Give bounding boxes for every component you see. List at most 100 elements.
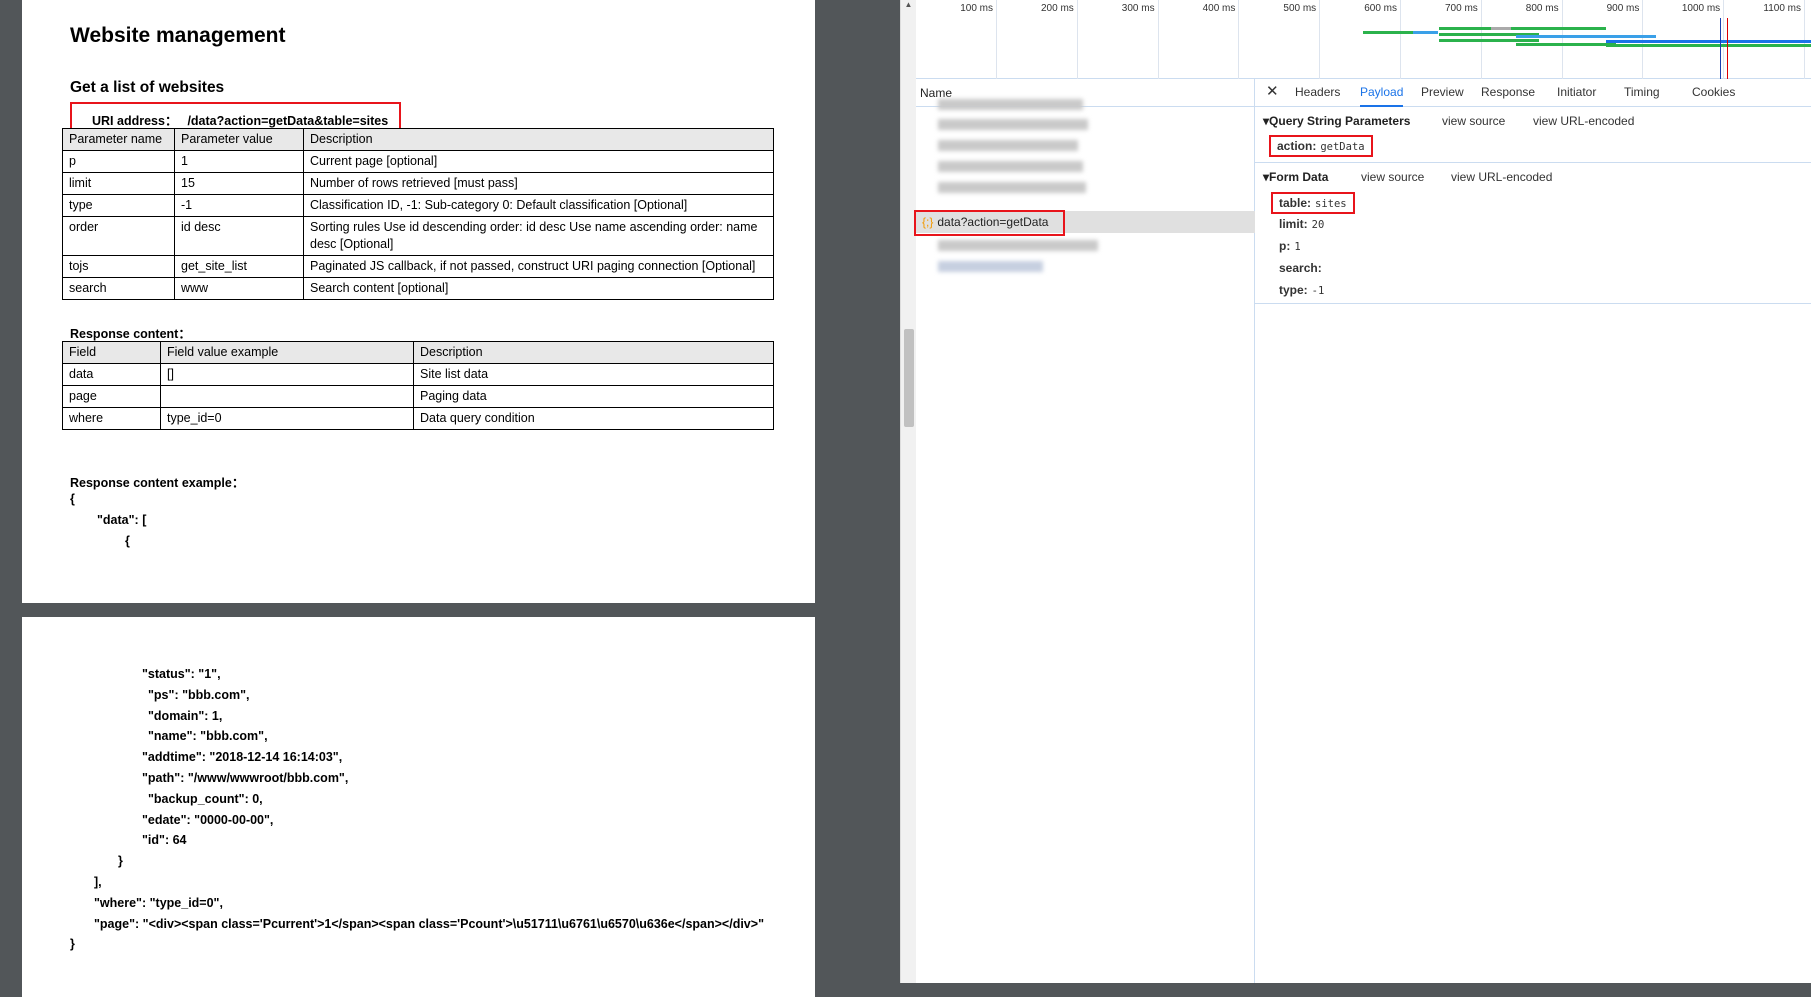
tick-label: 1100 ms bbox=[1763, 3, 1801, 14]
tab-initiator[interactable]: Initiator bbox=[1557, 85, 1596, 99]
table-row: search www Search content [optional] bbox=[62, 277, 774, 300]
blurred-request[interactable] bbox=[938, 140, 1078, 151]
code-line: "ps": "bbb.com", bbox=[148, 687, 250, 702]
table-row: type -1 Classification ID, -1: Sub-categor… bbox=[62, 194, 774, 217]
table-cell: Data query condition bbox=[413, 407, 774, 430]
table-cell: Current page [optional] bbox=[303, 150, 774, 173]
table-cell: -1 bbox=[174, 194, 304, 217]
scrollbar[interactable]: ▲ bbox=[900, 0, 916, 983]
query-param-action: action: getData bbox=[1269, 135, 1373, 157]
code-line: "id": 64 bbox=[142, 833, 187, 848]
code-line: } bbox=[118, 854, 123, 869]
table-cell: Site list data bbox=[413, 363, 774, 386]
code-line: "backup_count": 0, bbox=[148, 791, 263, 806]
table-cell: type bbox=[62, 194, 175, 217]
table-row: tojs get_site_list Paginated JS callback, … bbox=[62, 255, 774, 278]
code-line: "where": "type_id=0", bbox=[94, 895, 223, 910]
code-line: "edate": "0000-00-00", bbox=[142, 812, 274, 827]
column-header: Field value example bbox=[160, 341, 414, 364]
code-line: "data": [ bbox=[97, 513, 147, 527]
parameters-table: Parameter name Parameter value Descripti… bbox=[62, 128, 774, 300]
waterfall-bar bbox=[1439, 39, 1539, 42]
view-url-encoded-link[interactable]: view URL-encoded bbox=[1451, 170, 1552, 184]
view-source-link[interactable]: view source bbox=[1442, 114, 1505, 128]
waterfall-bar bbox=[1606, 44, 1811, 47]
view-url-encoded-link[interactable]: view URL-encoded bbox=[1533, 114, 1634, 128]
code-line: "path": "/www/wwwroot/bbb.com", bbox=[142, 771, 349, 785]
timeline-overview[interactable]: 100 ms 200 ms 300 ms 400 ms 500 ms 600 ms 700 … bbox=[916, 0, 1811, 79]
selected-request-row[interactable]: {;} data?action=getData bbox=[914, 210, 1255, 236]
table-cell: tojs bbox=[62, 255, 175, 278]
document-page-1: Website management Get a list of website… bbox=[22, 0, 815, 603]
tab-response[interactable]: Response bbox=[1481, 85, 1535, 99]
code-line: "domain": 1, bbox=[148, 708, 223, 723]
waterfall-bar bbox=[1516, 35, 1656, 38]
tab-timing[interactable]: Timing bbox=[1624, 85, 1660, 99]
table-cell: www bbox=[174, 277, 304, 300]
table-row: page Paging data bbox=[62, 385, 774, 408]
table-row: p 1 Current page [optional] bbox=[62, 150, 774, 173]
tab-payload[interactable]: Payload bbox=[1360, 85, 1404, 107]
close-icon[interactable]: ✕ bbox=[1266, 82, 1279, 100]
code-line: } bbox=[70, 937, 75, 952]
form-param-search: search: bbox=[1279, 261, 1322, 275]
waterfall-bar bbox=[1606, 40, 1811, 43]
response-content-label: Response content： bbox=[70, 327, 191, 341]
blurred-request[interactable] bbox=[938, 240, 1098, 251]
table-cell: Number of rows retrieved [must pass] bbox=[303, 172, 774, 195]
page-title: Website management bbox=[70, 24, 286, 47]
blurred-request[interactable] bbox=[938, 261, 1043, 272]
table-cell: get_site_list bbox=[174, 255, 304, 278]
form-data-section: ▾Form Data view source view URL-encoded … bbox=[1255, 163, 1811, 304]
column-header: Description bbox=[303, 128, 774, 151]
blurred-request[interactable] bbox=[938, 182, 1086, 193]
code-line: { bbox=[125, 534, 130, 548]
table-cell: Classification ID, -1: Sub-category 0: D… bbox=[303, 194, 774, 217]
uri-value: /data?action=getData&table=sites bbox=[187, 114, 389, 128]
query-string-toggle[interactable]: ▾Query String Parameters bbox=[1263, 114, 1410, 128]
query-string-section: ▾Query String Parameters view source vie… bbox=[1255, 107, 1811, 163]
xhr-icon: {;} bbox=[922, 215, 934, 229]
blurred-request[interactable] bbox=[938, 161, 1083, 172]
blurred-request[interactable] bbox=[938, 99, 1083, 110]
column-header: Field bbox=[62, 341, 161, 364]
section-title: Get a list of websites bbox=[70, 79, 225, 96]
request-list: Name {;} data?action=getData bbox=[914, 79, 1255, 983]
code-line: "name": "bbb.com", bbox=[148, 729, 268, 744]
form-param-p: p: 1 bbox=[1279, 239, 1301, 253]
viewer-background bbox=[815, 0, 900, 983]
table-cell: Search content [optional] bbox=[303, 277, 774, 300]
request-name: data?action=getData bbox=[937, 215, 1049, 229]
waterfall-bar bbox=[1516, 43, 1616, 46]
table-cell: id desc bbox=[174, 216, 304, 256]
timeline-marker bbox=[1727, 18, 1728, 79]
table-row: order id desc Sorting rules Use id descend… bbox=[62, 216, 774, 256]
column-header: Description bbox=[413, 341, 774, 364]
table-row: limit 15 Number of rows retrieved [must pa… bbox=[62, 172, 774, 195]
uri-address-highlight: URI address： /data?action=getData&table=s… bbox=[70, 102, 401, 131]
blurred-request[interactable] bbox=[938, 119, 1088, 130]
form-param-table: table: sites bbox=[1271, 192, 1355, 214]
view-source-link[interactable]: view source bbox=[1361, 170, 1424, 184]
scrollbar-thumb[interactable] bbox=[904, 329, 914, 427]
document-page-2: "status": "1", "ps": "bbb.com", "domain": … bbox=[22, 617, 815, 997]
table-cell: 1 bbox=[174, 150, 304, 173]
table-cell: [] bbox=[160, 363, 414, 386]
waterfall-bar bbox=[1491, 27, 1511, 30]
table-cell: where bbox=[62, 407, 161, 430]
table-cell: limit bbox=[62, 172, 175, 195]
tab-preview[interactable]: Preview bbox=[1421, 85, 1464, 99]
form-data-toggle[interactable]: ▾Form Data bbox=[1263, 170, 1328, 184]
scroll-up-icon[interactable]: ▲ bbox=[901, 0, 916, 9]
tab-headers[interactable]: Headers bbox=[1295, 85, 1340, 99]
code-line: "status": "1", bbox=[142, 667, 221, 681]
waterfall-bar bbox=[1413, 31, 1438, 34]
response-table: Field Field value example Description da… bbox=[62, 341, 774, 430]
uri-label: URI address： bbox=[92, 114, 178, 128]
table-cell: page bbox=[62, 385, 161, 408]
form-param-limit: limit: 20 bbox=[1279, 217, 1325, 231]
table-cell: search bbox=[62, 277, 175, 300]
code-line: ], bbox=[94, 875, 102, 889]
tab-cookies[interactable]: Cookies bbox=[1692, 85, 1735, 99]
devtools-network-panel: 100 ms 200 ms 300 ms 400 ms 500 ms 600 ms 700 … bbox=[914, 0, 1811, 983]
